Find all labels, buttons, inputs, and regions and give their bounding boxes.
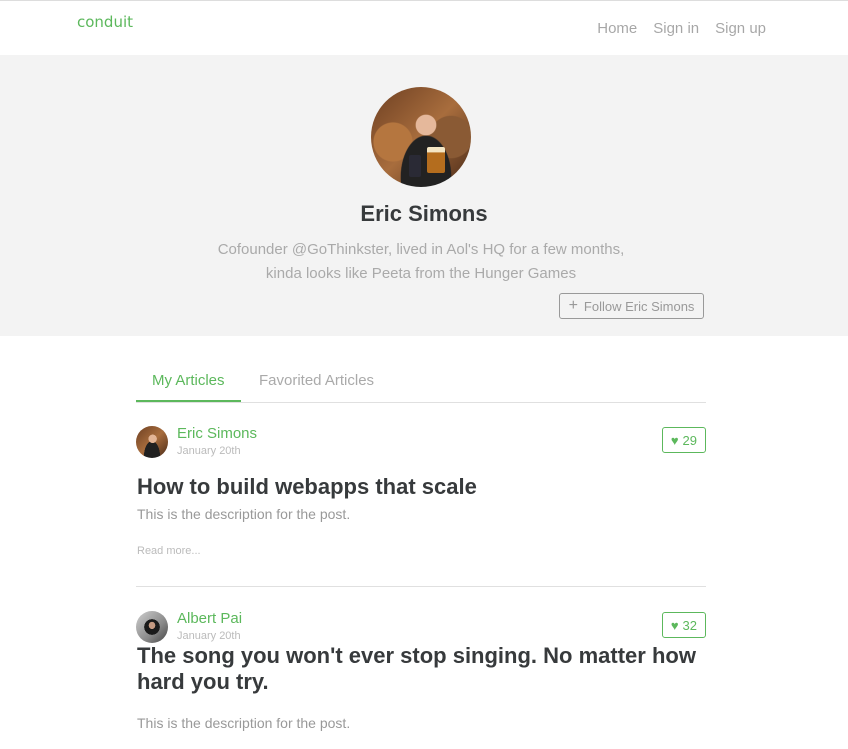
favorite-count: 32: [682, 617, 697, 633]
tab-favorited-articles[interactable]: Favorited Articles: [243, 360, 390, 401]
article-description: This is the description for the post.: [137, 715, 351, 731]
brand-logo[interactable]: conduit: [77, 13, 133, 31]
favorite-button[interactable]: ♥ 32: [661, 612, 706, 638]
article-preview: Albert Pai January 20th ♥ 32 The song yo…: [136, 609, 706, 749]
nav-home[interactable]: Home: [597, 20, 637, 37]
article-date: January 20th: [177, 445, 241, 457]
author-link[interactable]: Eric Simons: [177, 425, 257, 442]
profile-name: Eric Simons: [360, 201, 488, 226]
author-avatar[interactable]: [136, 611, 168, 643]
article-title[interactable]: How to build webapps that scale: [137, 474, 697, 500]
follow-button-label: Follow Eric Simons: [583, 298, 695, 314]
navbar: conduit Home Sign in Sign up: [0, 1, 848, 55]
profile-avatar: [371, 87, 471, 187]
profile-bio: Cofounder @GoThinkster, lived in Aol's H…: [217, 241, 625, 282]
article-preview: Eric Simons January 20th ♥ 29 How to bui…: [136, 424, 706, 587]
heart-icon: ♥: [670, 617, 679, 633]
nav-sign-in[interactable]: Sign in: [653, 20, 699, 37]
tab-my-articles[interactable]: My Articles: [136, 360, 241, 402]
author-link[interactable]: Albert Pai: [177, 610, 242, 627]
avatar-can-detail: [409, 155, 421, 177]
author-avatar[interactable]: [136, 426, 168, 458]
nav-links: Home Sign in Sign up: [597, 20, 766, 37]
follow-button[interactable]: + Follow Eric Simons: [559, 293, 704, 319]
favorite-count: 29: [682, 432, 697, 448]
heart-icon: ♥: [670, 432, 679, 448]
avatar-glass-detail: [427, 147, 445, 173]
favorite-button[interactable]: ♥ 29: [661, 427, 706, 453]
article-tabs: My Articles Favorited Articles: [136, 360, 706, 403]
article-date: January 20th: [177, 630, 241, 642]
read-more-link[interactable]: Read more...: [137, 545, 201, 557]
plus-icon: +: [568, 297, 578, 314]
article-title[interactable]: The song you won't ever stop singing. No…: [137, 643, 697, 695]
article-description: This is the description for the post.: [137, 506, 351, 522]
nav-sign-up[interactable]: Sign up: [715, 20, 766, 37]
profile-banner: Eric Simons Cofounder @GoThinkster, live…: [0, 55, 848, 336]
